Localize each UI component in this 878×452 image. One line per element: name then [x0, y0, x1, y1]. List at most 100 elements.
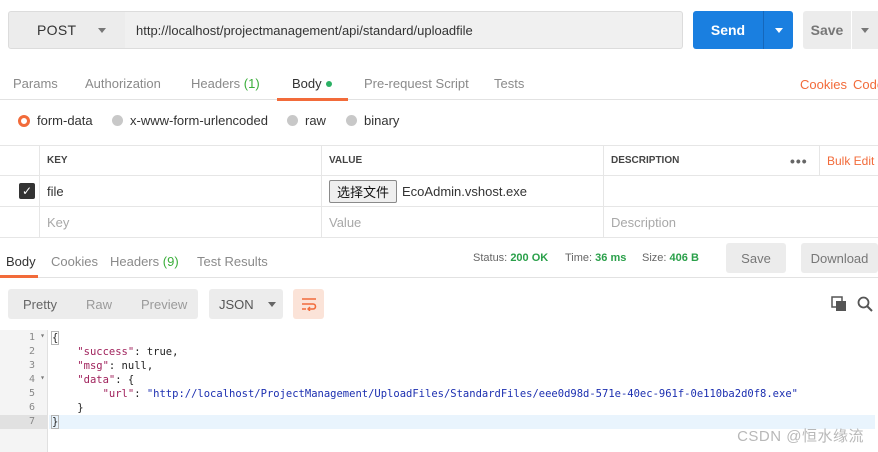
line-gutter: 1 ▾ 2 3 4 ▾ 5 6 7 [0, 330, 48, 452]
code-line: "success": true, [77, 346, 179, 358]
size-readout: Size: 406 B [642, 252, 699, 264]
radio-icon [112, 115, 123, 126]
save-options-button[interactable] [852, 11, 878, 49]
key-input[interactable]: file [39, 176, 321, 206]
radio-icon [287, 115, 298, 126]
row-checkbox[interactable]: ✓ [0, 176, 39, 206]
line-number: 5 [28, 388, 35, 399]
tab-authorization[interactable]: Authorization [85, 76, 161, 91]
radio-urlencoded-label: x-www-form-urlencoded [130, 113, 268, 128]
watermark: CSDN @恒水缘流 [737, 428, 864, 445]
code-line: } [77, 402, 84, 414]
description-input[interactable] [603, 176, 878, 206]
radio-raw-label: raw [305, 113, 326, 128]
file-name: EcoAdmin.vshost.exe [402, 183, 528, 199]
send-button[interactable]: Send [693, 11, 763, 49]
status-label: Status: [473, 252, 508, 264]
status-readout: Status: 200 OK [473, 252, 548, 264]
fold-arrow-icon[interactable]: ▾ [40, 331, 45, 340]
url-input[interactable]: http://localhost/projectmanagement/api/s… [125, 11, 683, 49]
save-button[interactable]: Save [803, 11, 851, 49]
chevron-down-icon [98, 27, 107, 33]
more-options-button[interactable]: ••• [781, 146, 819, 175]
tab-body[interactable]: Body [292, 76, 332, 91]
column-header-value: VALUE [321, 146, 603, 175]
line-number: 3 [28, 360, 35, 371]
table-row: ✓ file 选择文件 EcoAdmin.vshost.exe [0, 176, 878, 207]
cookies-link[interactable]: Cookies [800, 77, 847, 92]
tab-prerequest-script[interactable]: Pre-request Script [364, 76, 469, 91]
key-placeholder-input[interactable]: Key [39, 207, 321, 237]
search-icon[interactable] [857, 296, 873, 312]
radio-form-data-label: form-data [37, 113, 93, 128]
radio-selected-icon [18, 114, 30, 127]
send-options-button[interactable] [763, 11, 793, 49]
code-line: "url": "http://localhost/ProjectManageme… [102, 388, 798, 400]
radio-raw[interactable]: raw [287, 113, 326, 128]
method-label: POST [37, 22, 77, 38]
wrap-lines-button[interactable] [293, 289, 324, 319]
description-placeholder-input[interactable]: Description [603, 207, 878, 237]
download-button[interactable]: Download [801, 243, 878, 273]
radio-form-data[interactable]: form-data [18, 113, 93, 128]
fold-arrow-icon[interactable]: ▾ [40, 373, 45, 382]
copy-icon[interactable] [831, 296, 847, 312]
response-tab-headers-label: Headers [110, 254, 160, 269]
response-tab-body[interactable]: Body [6, 254, 36, 269]
view-mode-group: Pretty Raw Preview [8, 289, 198, 319]
column-header-key: KEY [39, 146, 321, 175]
chevron-down-icon [861, 27, 869, 33]
radio-binary-label: binary [364, 113, 400, 128]
time-readout: Time: 36 ms [565, 252, 626, 264]
save-response-button[interactable]: Save [726, 243, 786, 273]
active-response-tab-indicator [0, 275, 38, 278]
table-header-row: KEY VALUE DESCRIPTION ••• Bulk Edit [0, 145, 878, 176]
line-number: 2 [28, 346, 35, 357]
time-label: Time: [565, 252, 593, 264]
response-tab-cookies[interactable]: Cookies [51, 254, 98, 269]
tab-headers-count: (1) [243, 76, 260, 91]
response-tab-headers-count: (9) [162, 254, 179, 269]
chevron-down-icon [774, 27, 783, 33]
request-tabs: Params Authorization Headers (1) Body Pr… [0, 66, 878, 100]
preview-button[interactable]: Preview [141, 297, 187, 312]
bulk-edit-link[interactable]: Bulk Edit [819, 146, 878, 175]
more-icon: ••• [790, 152, 808, 169]
line-number: 1 ▾ [28, 331, 45, 343]
bulk-edit-label: Bulk Edit [827, 153, 875, 168]
tab-headers[interactable]: Headers (1) [191, 76, 260, 91]
modified-dot-icon [325, 81, 332, 87]
size-value: 406 B [669, 252, 699, 264]
value-cell: 选择文件 EcoAdmin.vshost.exe [321, 176, 603, 206]
status-value: 200 OK [510, 252, 549, 264]
radio-binary[interactable]: binary [346, 113, 399, 128]
active-tab-indicator [277, 98, 348, 101]
line-number: 4 ▾ [28, 373, 45, 385]
choose-file-button[interactable]: 选择文件 [329, 179, 398, 203]
radio-urlencoded[interactable]: x-www-form-urlencoded [112, 113, 268, 128]
pretty-button[interactable]: Pretty [23, 297, 57, 312]
size-label: Size: [642, 252, 667, 264]
radio-icon [346, 115, 357, 126]
tab-params[interactable]: Params [13, 76, 58, 91]
table-row-empty: Key Value Description [0, 207, 878, 238]
tab-tests[interactable]: Tests [494, 76, 524, 91]
code-link[interactable]: Code [853, 77, 878, 92]
time-value: 36 ms [595, 252, 627, 264]
code-line: "msg": null, [77, 360, 154, 372]
method-select[interactable]: POST [8, 11, 126, 49]
raw-button[interactable]: Raw [86, 297, 112, 312]
tab-headers-label: Headers [191, 76, 241, 91]
value-placeholder-input[interactable]: Value [321, 207, 603, 237]
response-tab-test-results[interactable]: Test Results [197, 254, 268, 269]
line-number: 6 [28, 402, 35, 413]
format-select[interactable]: JSON [209, 289, 283, 319]
line-number-current: 7 [0, 415, 48, 429]
form-data-table: KEY VALUE DESCRIPTION ••• Bulk Edit ✓ fi… [0, 145, 878, 238]
tab-body-label: Body [292, 76, 322, 91]
response-tab-headers[interactable]: Headers (9) [110, 254, 179, 269]
checkmark-icon: ✓ [19, 183, 35, 199]
format-label: JSON [219, 296, 254, 312]
code-line: "data": { [77, 374, 135, 386]
chevron-down-icon [267, 301, 276, 307]
